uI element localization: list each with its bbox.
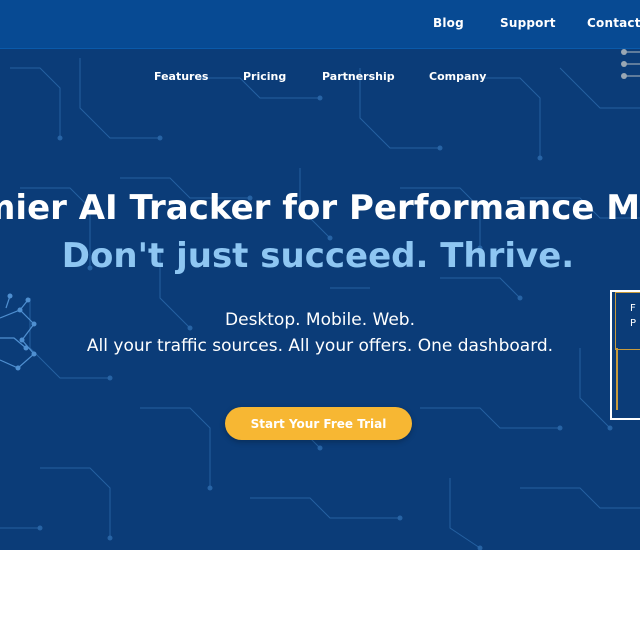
award-badge-gold-stripe — [616, 348, 618, 410]
hero-tagline: Don't just succeed. Thrive. — [61, 236, 575, 276]
circuit-pattern-background — [0, 49, 640, 550]
contact-link[interactable]: Contact — [587, 16, 640, 30]
nav-item-partnership[interactable]: Partnership — [322, 70, 395, 83]
award-badge-inner — [615, 292, 640, 350]
hero-subline-dashboard: All your traffic sources. All your offer… — [86, 336, 554, 356]
award-badge-text-2: P — [630, 318, 637, 329]
hero-subline-platforms: Desktop. Mobile. Web. — [225, 310, 415, 330]
blog-link[interactable]: Blog — [433, 16, 464, 30]
award-badge-text-1: F — [630, 303, 636, 314]
hero-headline: mier AI Tracker for Performance Ma — [0, 188, 640, 228]
nav-item-pricing[interactable]: Pricing — [243, 70, 286, 83]
support-link[interactable]: Support — [500, 16, 556, 30]
hero-section: Blog Support Contact Features Pricing Pa… — [0, 0, 640, 550]
hero-headline-wrapper: mier AI Tracker for Performance Ma — [0, 188, 640, 232]
nav-item-features[interactable]: Features — [154, 70, 208, 83]
start-free-trial-button[interactable]: Start Your Free Trial — [225, 407, 412, 440]
top-bar: Blog Support Contact — [0, 0, 640, 49]
nav-item-company[interactable]: Company — [429, 70, 486, 83]
main-nav: Features Pricing Partnership Company — [0, 70, 640, 88]
